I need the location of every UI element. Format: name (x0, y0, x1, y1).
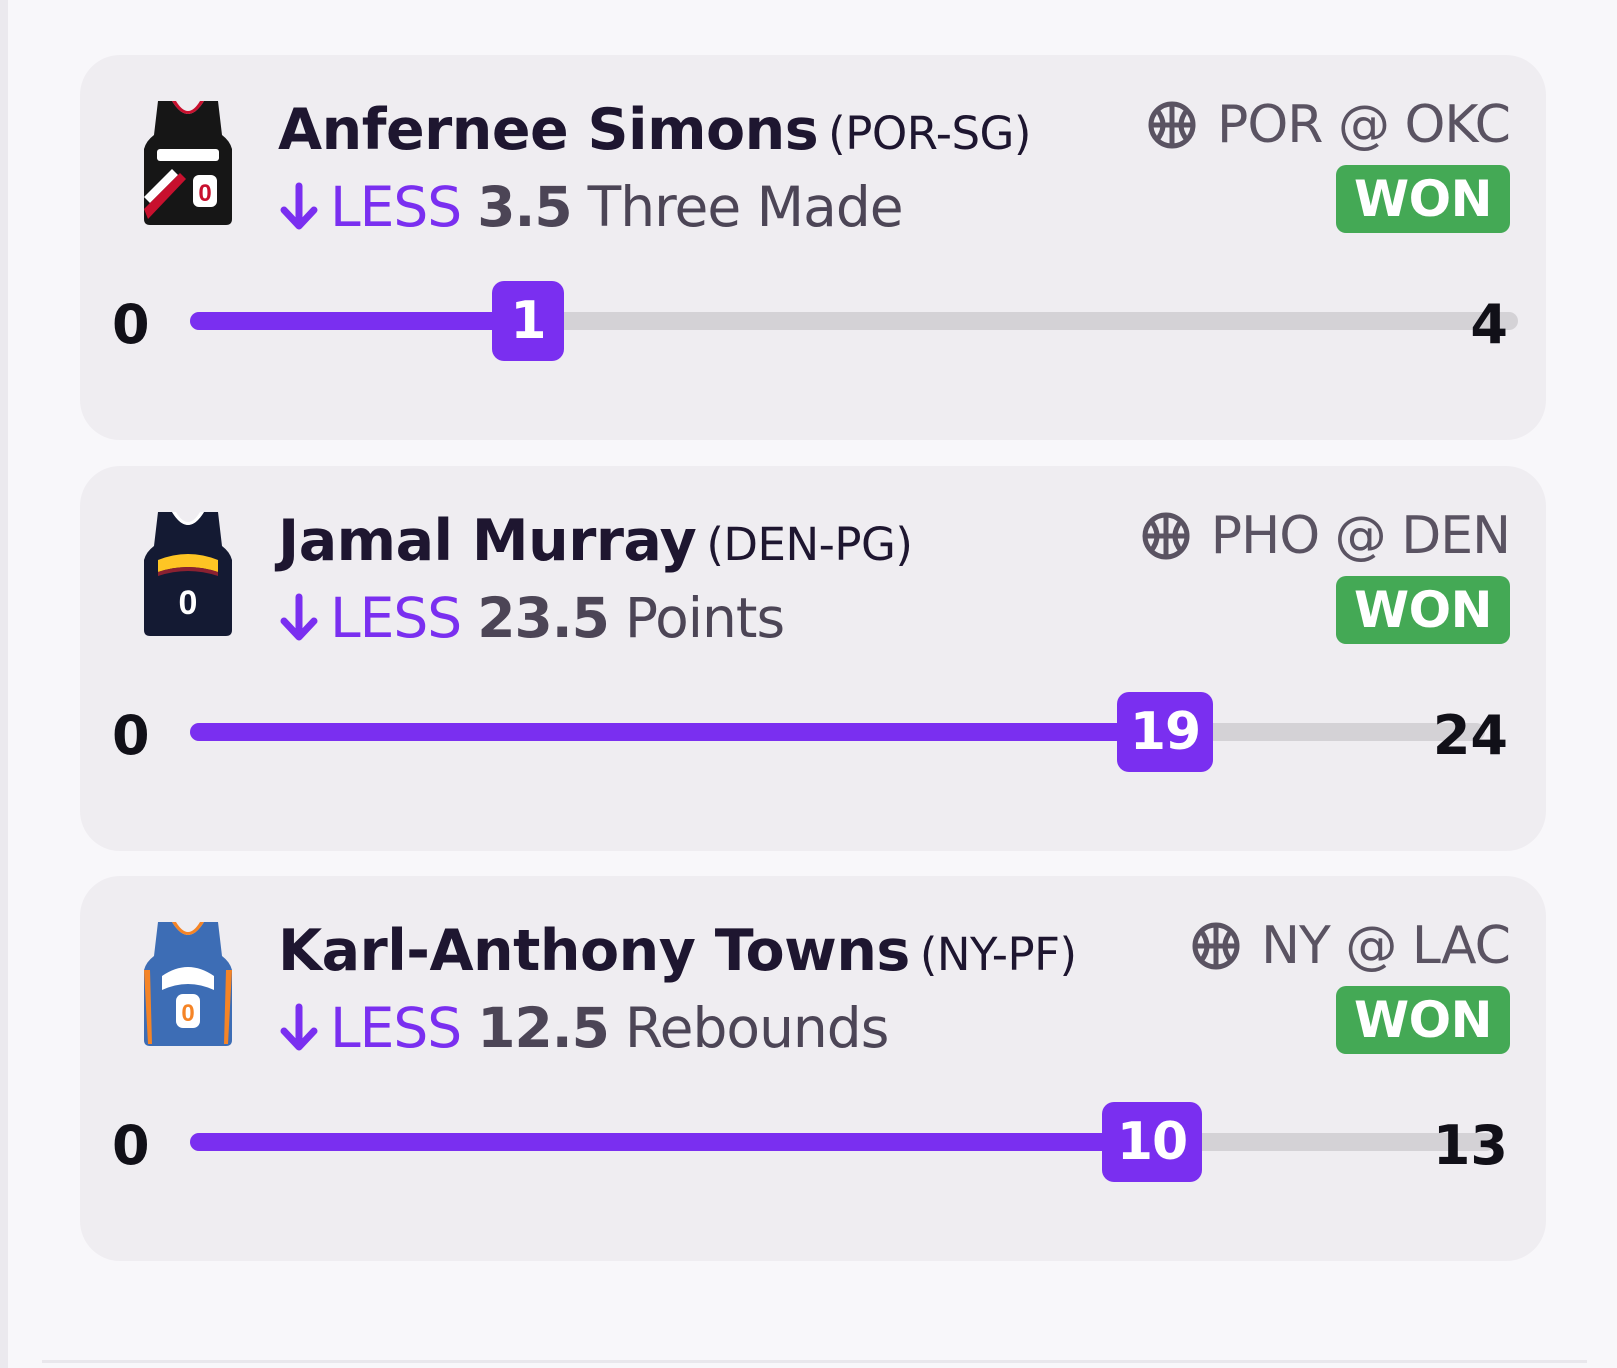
result-badge: WON (1336, 576, 1510, 644)
pick-card[interactable]: 0 Anfernee Simons (POR-SG) LESS 3.5 Three… (80, 55, 1546, 440)
player-heading: Jamal Murray (DEN-PG) (278, 508, 913, 574)
progress-track: 19 (190, 692, 1485, 772)
basketball-icon (1142, 512, 1190, 560)
matchup: PHO @ DEN (1141, 506, 1511, 566)
progress-value-marker: 19 (1117, 692, 1213, 772)
svg-text:0: 0 (198, 180, 211, 207)
svg-text:0: 0 (179, 584, 198, 622)
pick-line-value: 23.5 (477, 586, 610, 650)
scale-min: 0 (112, 1114, 150, 1177)
player-team-position: (POR-SG) (828, 107, 1031, 160)
pick-line-value: 12.5 (477, 996, 610, 1060)
scale-min: 0 (112, 293, 150, 356)
pick-card[interactable]: 0 Jamal Murray (DEN-PG) LESS 23.5 Points … (80, 466, 1546, 851)
progress-value-marker: 1 (492, 281, 564, 361)
matchup: POR @ OKC (1147, 95, 1511, 155)
player-heading: Karl-Anthony Towns (NY-PF) (278, 918, 1077, 984)
pick-stat: Rebounds (624, 996, 889, 1060)
scale-max: 4 (1470, 293, 1508, 356)
basketball-icon (1148, 101, 1196, 149)
result-badge: WON (1336, 986, 1510, 1054)
pick-line: LESS 3.5 Three Made (278, 175, 904, 239)
player-name: Jamal Murray (278, 508, 697, 574)
player-team-position: (NY-PF) (919, 928, 1077, 981)
matchup-text: NY @ LAC (1261, 916, 1511, 976)
pick-line-value: 3.5 (477, 175, 572, 239)
arrow-down-icon (280, 593, 318, 641)
progress-fill (190, 723, 1175, 741)
pick-line: LESS 12.5 Rebounds (278, 996, 889, 1060)
svg-text:0: 0 (181, 1000, 194, 1027)
nuggets-jersey-icon: 0 (144, 512, 232, 636)
pick-direction: LESS (330, 586, 462, 650)
pick-direction: LESS (330, 996, 462, 1060)
knicks-jersey-icon: 0 (144, 922, 232, 1046)
player-name: Karl-Anthony Towns (278, 918, 910, 984)
progress-fill (190, 312, 530, 330)
result-badge: WON (1336, 165, 1510, 233)
progress-track: 1 (190, 281, 1518, 361)
progress-value-marker: 10 (1102, 1102, 1202, 1182)
pick-direction: LESS (330, 175, 462, 239)
left-edge (0, 0, 8, 1368)
arrow-down-icon (280, 182, 318, 230)
pick-card[interactable]: 0 Karl-Anthony Towns (NY-PF) LESS 12.5 Re… (80, 876, 1546, 1261)
arrow-down-icon (280, 1003, 318, 1051)
trail-blazers-jersey-icon: 0 (144, 101, 232, 225)
bottom-divider (42, 1360, 1587, 1363)
matchup: NY @ LAC (1191, 916, 1511, 976)
progress-track: 10 (190, 1102, 1495, 1182)
progress-fill (190, 1133, 1170, 1151)
player-team-position: (DEN-PG) (706, 518, 913, 571)
pick-stat: Three Made (587, 175, 904, 239)
pick-line: LESS 23.5 Points (278, 586, 785, 650)
matchup-text: POR @ OKC (1217, 95, 1511, 155)
basketball-icon (1192, 922, 1240, 970)
player-name: Anfernee Simons (278, 97, 819, 163)
player-heading: Anfernee Simons (POR-SG) (278, 97, 1031, 163)
pick-stat: Points (624, 586, 785, 650)
matchup-text: PHO @ DEN (1210, 506, 1511, 566)
scale-min: 0 (112, 704, 150, 767)
scale-max: 13 (1432, 1114, 1508, 1177)
scale-max: 24 (1432, 704, 1508, 767)
